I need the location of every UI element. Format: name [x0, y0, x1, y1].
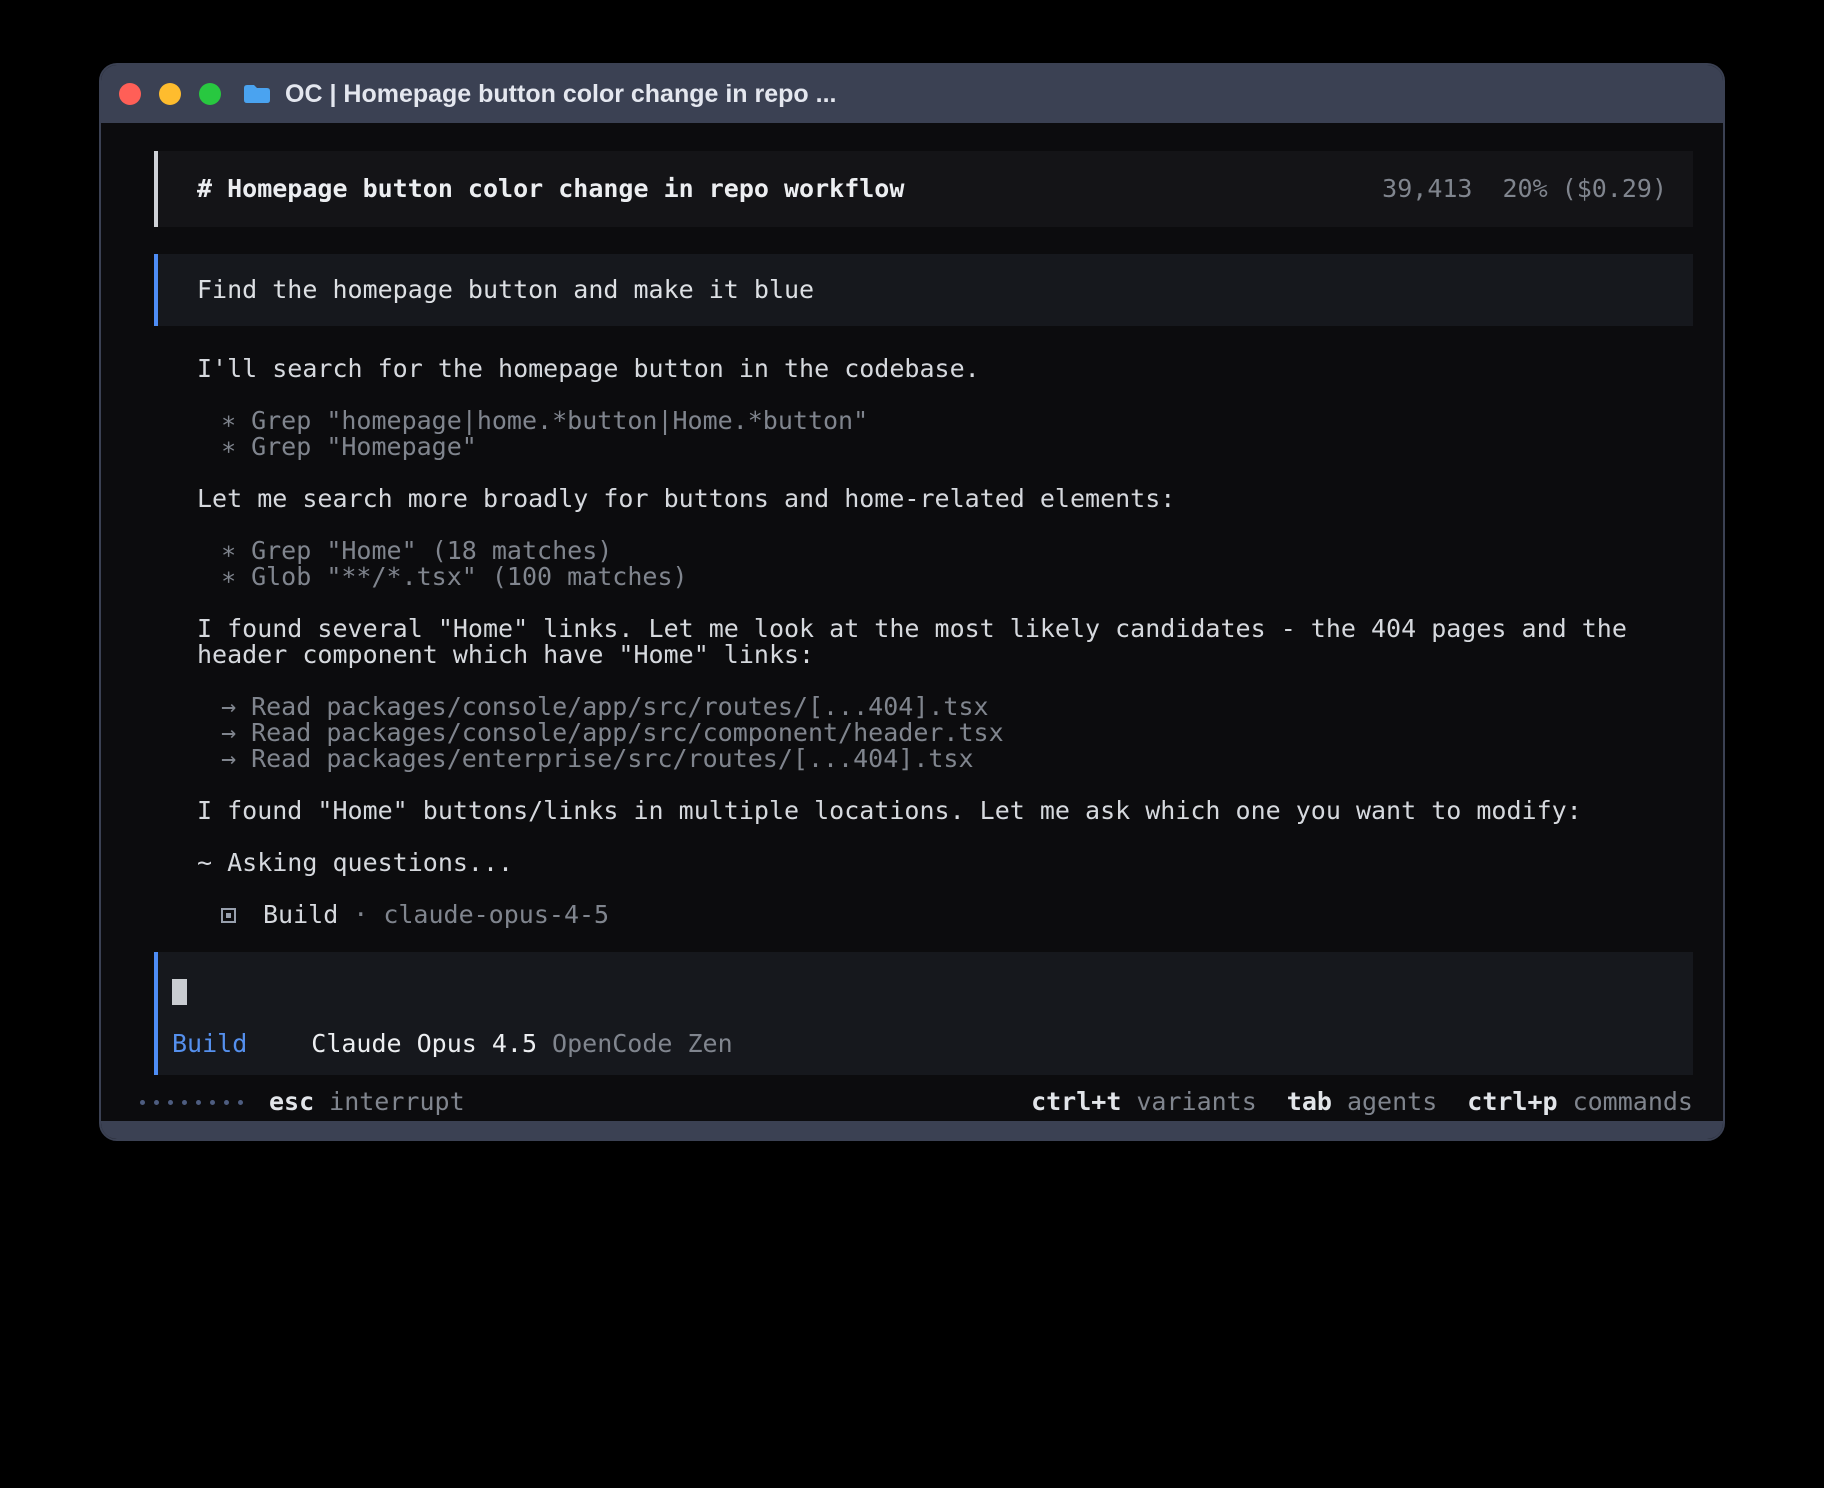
shortcut-key: tab — [1287, 1089, 1332, 1115]
shortcut-label: variants — [1136, 1089, 1256, 1115]
agent-icon — [221, 908, 236, 923]
terminal-window: OC | Homepage button color change in rep… — [99, 63, 1725, 1141]
arrow-right-icon: → — [221, 720, 236, 746]
agent-separator: · — [353, 902, 368, 928]
read-call-text: Read packages/console/app/src/routes/[..… — [251, 694, 989, 720]
tool-call-list: ∗ Grep "homepage|home.*button|Home.*butt… — [154, 408, 1693, 460]
assistant-paragraph: Let me search more broadly for buttons a… — [154, 486, 1687, 512]
arrow-right-icon: → — [221, 746, 236, 772]
read-call: → Read packages/console/app/src/componen… — [221, 720, 1693, 746]
agent-model: claude-opus-4-5 — [383, 902, 609, 928]
tool-bullet-icon: ∗ — [221, 434, 236, 460]
folder-icon — [243, 83, 271, 105]
read-call: → Read packages/console/app/src/routes/[… — [221, 694, 1693, 720]
assistant-paragraph: I found several "Home" links. Let me loo… — [154, 616, 1687, 668]
input-model: Claude Opus 4.5 — [311, 1031, 537, 1057]
session-cost: ($0.29) — [1562, 174, 1667, 203]
read-call-text: Read packages/enterprise/src/routes/[...… — [251, 746, 973, 772]
window-title: OC | Homepage button color change in rep… — [285, 81, 836, 107]
tool-call-text: Grep "Home" (18 matches) — [251, 538, 612, 564]
esc-label: interrupt — [329, 1089, 464, 1115]
user-message: Find the homepage button and make it blu… — [154, 254, 1693, 326]
input-mode: Build — [172, 1031, 247, 1057]
shortcut-agents: tab agents — [1287, 1089, 1437, 1115]
minimize-button[interactable] — [159, 83, 181, 105]
agent-name: Build — [263, 902, 338, 928]
session-title: # Homepage button color change in repo w… — [197, 176, 904, 202]
tool-bullet-icon: ∗ — [221, 564, 236, 590]
working-dots — [140, 1100, 243, 1105]
user-message-text: Find the homepage button and make it blu… — [197, 275, 814, 304]
traffic-lights — [119, 83, 221, 105]
shortcut-key: ctrl+p — [1467, 1089, 1557, 1115]
text-cursor — [172, 979, 187, 1005]
input-mode-row: Build Claude Opus 4.5 OpenCode Zen — [172, 1031, 1673, 1057]
tool-call: ∗ Grep "Homepage" — [221, 434, 1693, 460]
assistant-paragraph: I found "Home" buttons/links in multiple… — [154, 798, 1687, 824]
tool-call-list: ∗ Grep "Home" (18 matches) ∗ Glob "**/*.… — [154, 538, 1693, 590]
close-button[interactable] — [119, 83, 141, 105]
assistant-status-text: ~ Asking questions... — [154, 850, 1687, 876]
session-header: # Homepage button color change in repo w… — [154, 151, 1693, 227]
assistant-paragraph: I'll search for the homepage button in t… — [154, 356, 1687, 382]
tool-call-text: Grep "homepage|home.*button|Home.*button… — [251, 408, 868, 434]
window-titlebar: OC | Homepage button color change in rep… — [101, 65, 1723, 123]
read-call: → Read packages/enterprise/src/routes/[.… — [221, 746, 1693, 772]
statusbar: esc interrupt ctrl+t variants tab agents… — [140, 1089, 1693, 1115]
session-stats: 39,413 20% ($0.29) — [1382, 176, 1667, 202]
read-call-text: Read packages/console/app/src/component/… — [251, 720, 1004, 746]
shortcut-hints: ctrl+t variants tab agents ctrl+p comman… — [1031, 1089, 1693, 1115]
window-bottom-bar — [101, 1121, 1723, 1139]
context-percent: 20% — [1502, 174, 1547, 203]
tool-call-text: Glob "**/*.tsx" (100 matches) — [251, 564, 688, 590]
tool-bullet-icon: ∗ — [221, 538, 236, 564]
tool-call: ∗ Grep "homepage|home.*button|Home.*butt… — [221, 408, 1693, 434]
shortcut-key: ctrl+t — [1031, 1089, 1121, 1115]
shortcut-commands: ctrl+p commands — [1467, 1089, 1693, 1115]
interrupt-shortcut: esc interrupt — [269, 1089, 465, 1115]
read-call-list: → Read packages/console/app/src/routes/[… — [154, 694, 1693, 772]
token-count: 39,413 — [1382, 174, 1472, 203]
esc-key: esc — [269, 1089, 314, 1115]
input-provider: OpenCode Zen — [552, 1031, 733, 1057]
tool-call: ∗ Glob "**/*.tsx" (100 matches) — [221, 564, 1693, 590]
arrow-right-icon: → — [221, 694, 236, 720]
terminal-content: # Homepage button color change in repo w… — [101, 123, 1723, 1121]
agent-status: Build · claude-opus-4-5 — [154, 902, 1693, 928]
zoom-button[interactable] — [199, 83, 221, 105]
shortcut-label: commands — [1573, 1089, 1693, 1115]
shortcut-label: agents — [1347, 1089, 1437, 1115]
shortcut-variants: ctrl+t variants — [1031, 1089, 1257, 1115]
tool-bullet-icon: ∗ — [221, 408, 236, 434]
tool-call-text: Grep "Homepage" — [251, 434, 477, 460]
prompt-input[interactable]: Build Claude Opus 4.5 OpenCode Zen — [154, 952, 1693, 1075]
tool-call: ∗ Grep "Home" (18 matches) — [221, 538, 1693, 564]
